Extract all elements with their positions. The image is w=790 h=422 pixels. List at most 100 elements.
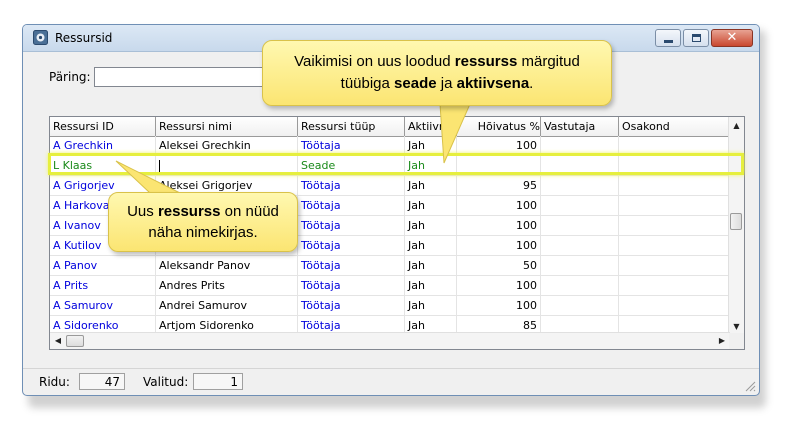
table-row[interactable]: A Samurov Andrei Samurov Töötaja Jah 100 <box>50 296 730 316</box>
cell-responsible <box>541 256 619 275</box>
table-row[interactable]: A Panov Aleksandr Panov Töötaja Jah 50 <box>50 256 730 276</box>
cell-id: A Panov <box>50 256 156 275</box>
cell-type: Töötaja <box>298 256 405 275</box>
column-header-name[interactable]: Ressursi nimi <box>156 117 298 136</box>
cell-type: Töötaja <box>298 276 405 295</box>
cell-department <box>619 176 730 195</box>
vertical-scrollbar[interactable]: ▲ ▼ <box>728 117 744 335</box>
grid-header: Ressursi ID Ressursi nimi Ressursi tüüp … <box>50 117 730 137</box>
cell-occupancy: 100 <box>457 136 541 155</box>
cell-active: Jah <box>405 236 457 255</box>
cell-department <box>619 236 730 255</box>
cell-active: Jah <box>405 296 457 315</box>
horizontal-scrollbar[interactable]: ◀ ▶ <box>50 332 730 349</box>
table-row[interactable]: A Prits Andres Prits Töötaja Jah 100 <box>50 276 730 296</box>
cell-active: Jah <box>405 256 457 275</box>
minimize-button[interactable] <box>655 29 681 47</box>
column-header-active[interactable]: Aktiivne <box>405 117 457 136</box>
cell-occupancy <box>457 156 541 175</box>
cell-name: Andres Prits <box>156 276 298 295</box>
cell-type: Töötaja <box>298 136 405 155</box>
scroll-right-icon[interactable]: ▶ <box>716 333 728 349</box>
cell-type: Töötaja <box>298 216 405 235</box>
cell-name: Aleksei Grechkin <box>156 136 298 155</box>
cell-department <box>619 196 730 215</box>
cell-type: Töötaja <box>298 196 405 215</box>
selected-count-label: Valitud: <box>143 375 189 389</box>
table-row-new[interactable]: L Klaas Seade Jah <box>50 156 730 176</box>
cell-active: Jah <box>405 276 457 295</box>
column-header-id[interactable]: Ressursi ID <box>50 117 156 136</box>
selected-count-value: 1 <box>193 373 243 390</box>
horizontal-scroll-thumb[interactable] <box>66 335 84 347</box>
cell-id: L Klaas <box>50 156 156 175</box>
minimize-icon <box>664 40 673 43</box>
scroll-left-icon[interactable]: ◀ <box>52 333 64 349</box>
cell-active: Jah <box>405 196 457 215</box>
column-header-department[interactable]: Osakond <box>619 117 730 136</box>
cell-occupancy: 95 <box>457 176 541 195</box>
cell-occupancy: 100 <box>457 296 541 315</box>
cell-id: A Samurov <box>50 296 156 315</box>
cell-occupancy: 50 <box>457 256 541 275</box>
cell-department <box>619 156 730 175</box>
callout-text: Uus <box>127 203 158 220</box>
app-icon <box>33 30 48 45</box>
cell-responsible <box>541 296 619 315</box>
callout-new-resource-default: Vaikimisi on uus loodud ressurss märgitu… <box>262 40 612 106</box>
callout-resource-in-list: Uus ressurss on nüüd näha nimekirjas. <box>108 192 298 252</box>
callout-text: on nüüd <box>220 203 279 220</box>
cell-type: Töötaja <box>298 296 405 315</box>
column-header-occupancy[interactable]: Hõivatus % <box>457 117 541 136</box>
cell-responsible <box>541 136 619 155</box>
cell-department <box>619 276 730 295</box>
callout-text: näha nimekirjas. <box>148 224 258 241</box>
cell-type: Töötaja <box>298 236 405 255</box>
cell-occupancy: 100 <box>457 216 541 235</box>
callout-text: ja <box>436 75 457 92</box>
callout-text: tüübiga <box>340 75 395 92</box>
callout-bold-text: ressurss <box>454 53 518 70</box>
status-bar: Ridu: 47 Valitud: 1 <box>23 368 759 395</box>
cell-responsible <box>541 196 619 215</box>
cell-active: Jah <box>405 136 457 155</box>
cell-name: Aleksandr Panov <box>156 256 298 275</box>
cell-occupancy: 100 <box>457 276 541 295</box>
cell-id: A Prits <box>50 276 156 295</box>
callout-bold-text: seade <box>394 75 437 92</box>
vertical-scroll-thumb[interactable] <box>730 213 742 230</box>
callout-text: märgitud <box>517 53 580 70</box>
cell-id: A Grechkin <box>50 136 156 155</box>
callout-text: Vaikimisi on uus loodud <box>294 53 455 70</box>
cell-responsible <box>541 276 619 295</box>
scroll-corner <box>729 333 744 349</box>
query-label: Päring: <box>49 70 91 84</box>
cell-responsible <box>541 176 619 195</box>
maximize-button[interactable] <box>683 29 709 47</box>
cell-department <box>619 256 730 275</box>
cell-responsible <box>541 156 619 175</box>
column-header-type[interactable]: Ressursi tüüp <box>298 117 405 136</box>
cell-active: Jah <box>405 156 457 175</box>
cell-responsible <box>541 216 619 235</box>
column-header-responsible[interactable]: Vastutaja <box>541 117 619 136</box>
cell-active: Jah <box>405 216 457 235</box>
cell-type: Seade <box>298 156 405 175</box>
table-row[interactable]: A Grechkin Aleksei Grechkin Töötaja Jah … <box>50 136 730 156</box>
cell-name[interactable] <box>156 156 298 175</box>
close-icon: ✕ <box>726 30 738 45</box>
callout-bold-text: aktiivsena <box>456 75 530 92</box>
cell-active: Jah <box>405 176 457 195</box>
callout-bold-text: ressurss <box>157 203 221 220</box>
cell-responsible <box>541 236 619 255</box>
maximize-icon <box>692 34 701 42</box>
rows-count-label: Ridu: <box>39 375 70 389</box>
callout-text: . <box>529 75 534 92</box>
cell-department <box>619 296 730 315</box>
close-button[interactable]: ✕ <box>711 29 753 47</box>
resize-grip-icon[interactable] <box>744 380 756 392</box>
cell-name: Andrei Samurov <box>156 296 298 315</box>
cell-department <box>619 216 730 235</box>
rows-count-value: 47 <box>79 373 125 390</box>
scroll-up-icon[interactable]: ▲ <box>729 117 744 134</box>
